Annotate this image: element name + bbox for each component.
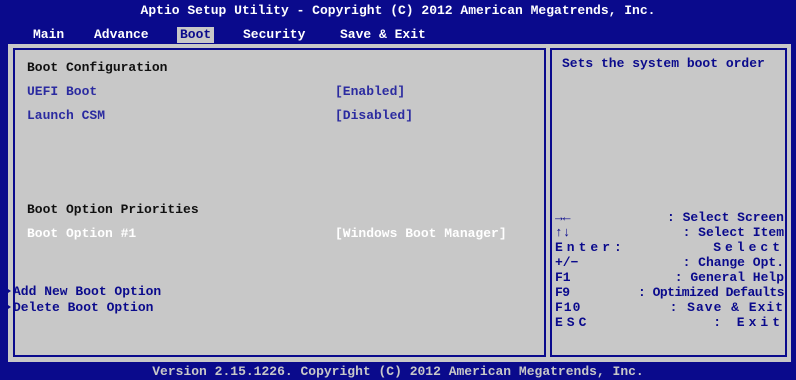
help-text: Sets the system boot order (562, 56, 765, 71)
submenu-arrow-icon (2, 285, 11, 297)
version-footer: Version 2.15.1226. Copyright (C) 2012 Am… (152, 364, 644, 379)
submenu-arrow-icon (2, 301, 11, 313)
launch-csm-value[interactable]: [Disabled] (335, 108, 413, 124)
key-arrows-horizontal: →← (555, 210, 571, 225)
section-title-boot-option-priorities: Boot Option Priorities (27, 202, 199, 217)
key-arrows-vertical: ↑↓ (555, 225, 571, 240)
uefi-boot-value[interactable]: [Enabled] (335, 84, 405, 100)
key-desc: : General Help (674, 270, 784, 285)
add-new-boot-option-label: Add New Boot Option (13, 284, 162, 299)
key-desc: : Optimized Defaults (637, 285, 785, 300)
uefi-boot-label[interactable]: UEFI Boot (27, 84, 97, 100)
key-enter: Enter: (555, 240, 626, 255)
key-row-select-item: ↑↓ : Select Item (555, 225, 784, 240)
menu-bar: Main Advance Boot Security Save & Exit (0, 27, 796, 43)
tab-security[interactable]: Security (240, 27, 308, 43)
key-desc: : Select Screen (666, 210, 784, 225)
key-f1: F1 (555, 270, 571, 285)
key-desc: : Change Opt. (682, 255, 784, 270)
key-f10: F10 (555, 300, 582, 315)
add-new-boot-option[interactable]: Add New Boot Option (1, 284, 161, 300)
key-plus-minus: +/− (555, 255, 579, 270)
tab-boot[interactable]: Boot (177, 27, 215, 43)
boot-option-1-label[interactable]: Boot Option #1 (27, 226, 136, 242)
key-f9: F9 (555, 285, 570, 300)
delete-boot-option-label: Delete Boot Option (13, 300, 154, 315)
key-desc: : Save & Exit (669, 300, 784, 315)
key-row-enter: Enter: Select (555, 240, 784, 255)
delete-boot-option[interactable]: Delete Boot Option (1, 300, 153, 316)
tab-main[interactable]: Main (30, 27, 67, 43)
boot-option-1-value[interactable]: [Windows Boot Manager] (335, 226, 507, 242)
key-desc: Select (713, 240, 784, 255)
key-row-optimized-defaults: F9 : Optimized Defaults (555, 285, 785, 300)
key-esc: ESC (555, 315, 591, 330)
key-desc: : Select Item (682, 225, 784, 240)
tab-advance[interactable]: Advance (91, 27, 152, 43)
key-row-select-screen: →← : Select Screen (555, 210, 784, 225)
tab-save-exit[interactable]: Save & Exit (337, 27, 429, 43)
bios-screen: Aptio Setup Utility - Copyright (C) 2012… (0, 0, 796, 380)
launch-csm-label[interactable]: Launch CSM (27, 108, 105, 124)
window-title: Aptio Setup Utility - Copyright (C) 2012… (140, 3, 656, 18)
content-panel: Boot Configuration UEFI Boot [Enabled] L… (2, 44, 791, 362)
help-pane: Sets the system boot order →← : Select Sc… (550, 48, 787, 357)
key-desc: : Exit (713, 315, 784, 330)
key-row-general-help: F1 : General Help (555, 270, 784, 285)
settings-pane: Boot Configuration UEFI Boot [Enabled] L… (2, 48, 546, 357)
key-row-save-exit: F10 : Save & Exit (555, 300, 784, 315)
key-row-change-opt: +/− : Change Opt. (555, 255, 784, 270)
section-title-boot-configuration: Boot Configuration (27, 60, 168, 75)
key-row-exit: ESC : Exit (555, 315, 784, 330)
